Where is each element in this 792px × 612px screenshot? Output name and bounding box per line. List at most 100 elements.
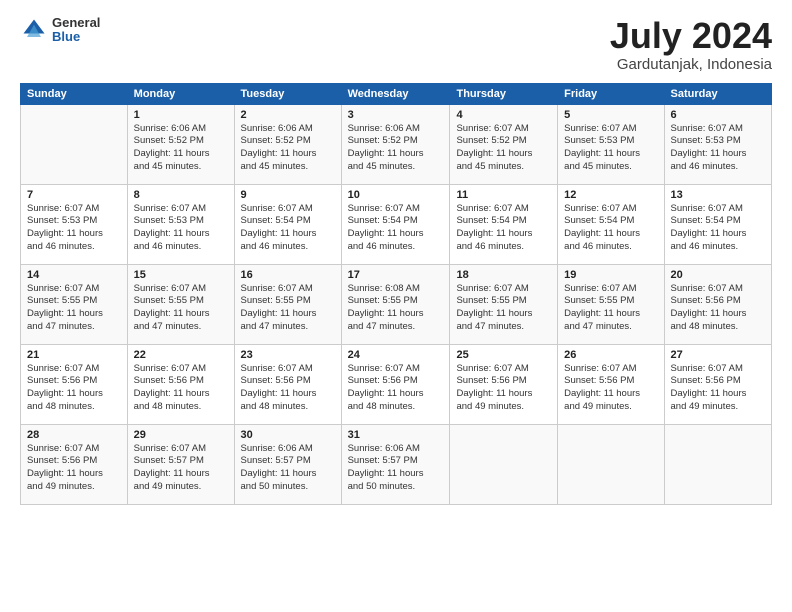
day-number: 2 <box>241 109 335 121</box>
day-number: 6 <box>671 109 765 121</box>
logo: General Blue <box>20 16 100 45</box>
day-info: Sunrise: 6:07 AM Sunset: 5:54 PM Dayligh… <box>241 203 335 254</box>
day-number: 30 <box>241 429 335 441</box>
calendar-table: Sunday Monday Tuesday Wednesday Thursday… <box>20 83 772 505</box>
day-number: 27 <box>671 349 765 361</box>
day-info: Sunrise: 6:07 AM Sunset: 5:56 PM Dayligh… <box>27 363 121 414</box>
day-number: 16 <box>241 269 335 281</box>
day-number: 22 <box>134 349 228 361</box>
day-info: Sunrise: 6:07 AM Sunset: 5:54 PM Dayligh… <box>456 203 551 254</box>
day-number: 8 <box>134 189 228 201</box>
table-cell: 30 Sunrise: 6:06 AM Sunset: 5:57 PM Dayli… <box>234 424 341 504</box>
day-info: Sunrise: 6:07 AM Sunset: 5:56 PM Dayligh… <box>241 363 335 414</box>
table-cell: 31Sunrise: 6:06 AM Sunset: 5:57 PM Dayli… <box>341 424 450 504</box>
table-cell: 9 Sunrise: 6:07 AM Sunset: 5:54 PM Daylig… <box>234 184 341 264</box>
day-info: Sunrise: 6:06 AM Sunset: 5:57 PM Dayligh… <box>241 443 335 494</box>
day-number: 3 <box>348 109 444 121</box>
table-cell: 19 Sunrise: 6:07 AM Sunset: 5:55 PM Dayli… <box>558 264 664 344</box>
day-number: 29 <box>134 429 228 441</box>
col-monday: Monday <box>127 83 234 104</box>
week-row-5: 28 Sunrise: 6:07 AM Sunset: 5:56 PM Dayli… <box>21 424 772 504</box>
table-cell: 1 Sunrise: 6:06 AM Sunset: 5:52 PM Daylig… <box>127 104 234 184</box>
day-number: 5 <box>564 109 657 121</box>
table-cell: 14 Sunrise: 6:07 AM Sunset: 5:55 PM Dayli… <box>21 264 128 344</box>
day-info: Sunrise: 6:07 AM Sunset: 5:53 PM Dayligh… <box>27 203 121 254</box>
table-cell: 5 Sunrise: 6:07 AM Sunset: 5:53 PM Daylig… <box>558 104 664 184</box>
day-number: 1 <box>134 109 228 121</box>
day-info: Sunrise: 6:07 AM Sunset: 5:54 PM Dayligh… <box>671 203 765 254</box>
table-cell: 27Sunrise: 6:07 AM Sunset: 5:56 PM Dayli… <box>664 344 771 424</box>
table-cell: 16 Sunrise: 6:07 AM Sunset: 5:55 PM Dayli… <box>234 264 341 344</box>
col-sunday: Sunday <box>21 83 128 104</box>
header-row: Sunday Monday Tuesday Wednesday Thursday… <box>21 83 772 104</box>
table-cell: 28 Sunrise: 6:07 AM Sunset: 5:56 PM Dayli… <box>21 424 128 504</box>
day-info: Sunrise: 6:07 AM Sunset: 5:53 PM Dayligh… <box>564 123 657 174</box>
table-cell: 13 Sunrise: 6:07 AM Sunset: 5:54 PM Dayli… <box>664 184 771 264</box>
day-number: 18 <box>456 269 551 281</box>
table-cell: 3 Sunrise: 6:06 AM Sunset: 5:52 PM Daylig… <box>341 104 450 184</box>
col-saturday: Saturday <box>664 83 771 104</box>
logo-blue-text: Blue <box>52 30 100 44</box>
table-cell: 8 Sunrise: 6:07 AM Sunset: 5:53 PM Daylig… <box>127 184 234 264</box>
week-row-3: 14 Sunrise: 6:07 AM Sunset: 5:55 PM Dayli… <box>21 264 772 344</box>
table-cell: 23 Sunrise: 6:07 AM Sunset: 5:56 PM Dayli… <box>234 344 341 424</box>
week-row-1: 1 Sunrise: 6:06 AM Sunset: 5:52 PM Daylig… <box>21 104 772 184</box>
day-info: Sunrise: 6:07 AM Sunset: 5:56 PM Dayligh… <box>27 443 121 494</box>
day-number: 13 <box>671 189 765 201</box>
day-number: 23 <box>241 349 335 361</box>
week-row-2: 7 Sunrise: 6:07 AM Sunset: 5:53 PM Daylig… <box>21 184 772 264</box>
day-info: Sunrise: 6:08 AM Sunset: 5:55 PM Dayligh… <box>348 283 444 334</box>
table-cell: 12 Sunrise: 6:07 AM Sunset: 5:54 PM Dayli… <box>558 184 664 264</box>
day-info: Sunrise: 6:07 AM Sunset: 5:55 PM Dayligh… <box>134 283 228 334</box>
day-info: Sunrise: 6:07 AM Sunset: 5:54 PM Dayligh… <box>564 203 657 254</box>
table-cell: 18Sunrise: 6:07 AM Sunset: 5:55 PM Dayli… <box>450 264 558 344</box>
day-info: Sunrise: 6:07 AM Sunset: 5:56 PM Dayligh… <box>671 283 765 334</box>
day-number: 11 <box>456 189 551 201</box>
day-info: Sunrise: 6:07 AM Sunset: 5:55 PM Dayligh… <box>564 283 657 334</box>
col-wednesday: Wednesday <box>341 83 450 104</box>
table-cell <box>450 424 558 504</box>
table-cell: 6Sunrise: 6:07 AM Sunset: 5:53 PM Daylig… <box>664 104 771 184</box>
day-number: 7 <box>27 189 121 201</box>
day-number: 24 <box>348 349 444 361</box>
day-number: 9 <box>241 189 335 201</box>
day-number: 28 <box>27 429 121 441</box>
day-info: Sunrise: 6:06 AM Sunset: 5:52 PM Dayligh… <box>241 123 335 174</box>
day-info: Sunrise: 6:06 AM Sunset: 5:52 PM Dayligh… <box>134 123 228 174</box>
day-number: 12 <box>564 189 657 201</box>
day-number: 19 <box>564 269 657 281</box>
day-info: Sunrise: 6:06 AM Sunset: 5:57 PM Dayligh… <box>348 443 444 494</box>
day-number: 15 <box>134 269 228 281</box>
day-info: Sunrise: 6:07 AM Sunset: 5:52 PM Dayligh… <box>456 123 551 174</box>
col-thursday: Thursday <box>450 83 558 104</box>
week-row-4: 21 Sunrise: 6:07 AM Sunset: 5:56 PM Dayli… <box>21 344 772 424</box>
table-cell: 11 Sunrise: 6:07 AM Sunset: 5:54 PM Dayli… <box>450 184 558 264</box>
table-cell: 21 Sunrise: 6:07 AM Sunset: 5:56 PM Dayli… <box>21 344 128 424</box>
col-tuesday: Tuesday <box>234 83 341 104</box>
table-cell <box>21 104 128 184</box>
day-info: Sunrise: 6:06 AM Sunset: 5:52 PM Dayligh… <box>348 123 444 174</box>
table-cell: 17Sunrise: 6:08 AM Sunset: 5:55 PM Dayli… <box>341 264 450 344</box>
day-number: 10 <box>348 189 444 201</box>
day-info: Sunrise: 6:07 AM Sunset: 5:55 PM Dayligh… <box>27 283 121 334</box>
table-cell: 2 Sunrise: 6:06 AM Sunset: 5:52 PM Daylig… <box>234 104 341 184</box>
header: General Blue July 2024 Gardutanjak, Indo… <box>20 16 772 73</box>
logo-general-text: General <box>52 16 100 30</box>
page: General Blue July 2024 Gardutanjak, Indo… <box>0 0 792 612</box>
day-number: 25 <box>456 349 551 361</box>
table-cell: 20Sunrise: 6:07 AM Sunset: 5:56 PM Dayli… <box>664 264 771 344</box>
day-info: Sunrise: 6:07 AM Sunset: 5:54 PM Dayligh… <box>348 203 444 254</box>
day-info: Sunrise: 6:07 AM Sunset: 5:53 PM Dayligh… <box>134 203 228 254</box>
logo-icon <box>20 16 48 44</box>
day-number: 26 <box>564 349 657 361</box>
day-number: 21 <box>27 349 121 361</box>
table-cell <box>558 424 664 504</box>
day-number: 14 <box>27 269 121 281</box>
table-cell: 24Sunrise: 6:07 AM Sunset: 5:56 PM Dayli… <box>341 344 450 424</box>
table-cell: 7 Sunrise: 6:07 AM Sunset: 5:53 PM Daylig… <box>21 184 128 264</box>
title-block: July 2024 Gardutanjak, Indonesia <box>610 16 772 73</box>
day-info: Sunrise: 6:07 AM Sunset: 5:55 PM Dayligh… <box>241 283 335 334</box>
col-friday: Friday <box>558 83 664 104</box>
day-number: 4 <box>456 109 551 121</box>
table-cell: 25Sunrise: 6:07 AM Sunset: 5:56 PM Dayli… <box>450 344 558 424</box>
